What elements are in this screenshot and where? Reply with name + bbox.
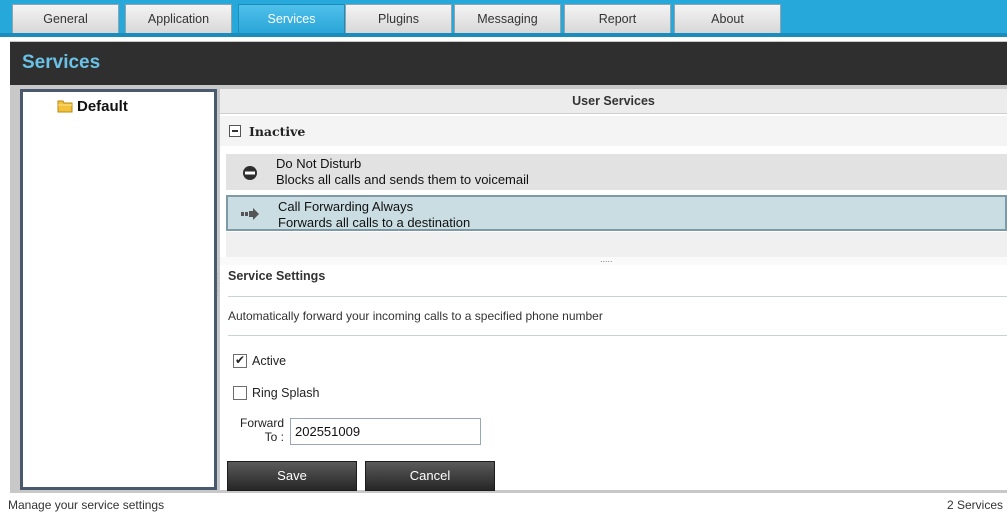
active-label: Active (252, 354, 287, 368)
save-button[interactable]: Save (227, 461, 357, 491)
forward-to-input[interactable] (290, 418, 481, 445)
tab-report[interactable]: Report (564, 4, 671, 33)
service-name: Do Not Disturb (276, 156, 362, 171)
service-description: Blocks all calls and sends them to voice… (276, 172, 529, 187)
tab-messaging[interactable]: Messaging (454, 4, 561, 33)
collapse-minus-icon[interactable] (229, 125, 241, 137)
forward-arrow-icon (241, 208, 259, 220)
panel-resize-grip[interactable]: :::: (216, 272, 219, 303)
forward-to-label: Forward To : (228, 416, 284, 444)
do-not-disturb-icon (243, 166, 257, 180)
tree-item-label: Default (77, 97, 128, 115)
group-label: Inactive (249, 123, 306, 139)
forward-to-label-line2: To : (264, 430, 284, 444)
status-bar: Manage your service settings 2 Services (0, 493, 1007, 518)
user-services-header: User Services (220, 89, 1007, 114)
tab-about[interactable]: About (674, 4, 781, 33)
services-content-pane: User Services Inactive Do Not Disturb Bl… (220, 89, 1007, 491)
service-list-empty-area (226, 232, 1007, 257)
service-description: Forwards all calls to a destination (278, 215, 471, 230)
active-checkbox[interactable] (233, 353, 247, 368)
ring-splash-checkbox[interactable] (233, 386, 247, 400)
main-tab-bar: General Application Services Plugins Mes… (0, 0, 1007, 37)
service-name: Call Forwarding Always (278, 199, 414, 214)
service-call-forwarding-always[interactable]: Call Forwarding Always Forwards all call… (226, 195, 1007, 231)
service-settings-description: Automatically forward your incoming call… (228, 309, 603, 323)
tab-general[interactable]: General (12, 4, 119, 33)
window-title: Services (22, 52, 101, 73)
tree-item-default[interactable]: Default (57, 96, 128, 116)
divider (228, 296, 1007, 297)
window-title-bar: Services (10, 42, 1007, 85)
services-count: 2 Services (946, 498, 1003, 512)
service-do-not-disturb[interactable]: Do Not Disturb Blocks all calls and send… (226, 154, 1007, 190)
pane-splitter[interactable]: ..... (220, 254, 1007, 265)
divider (228, 335, 1007, 336)
cancel-button[interactable]: Cancel (365, 461, 495, 491)
folder-icon (57, 100, 73, 113)
ring-splash-label: Ring Splash (252, 386, 320, 400)
tab-services[interactable]: Services (238, 4, 345, 33)
group-inactive[interactable]: Inactive (220, 116, 1007, 146)
status-text: Manage your service settings (8, 498, 165, 512)
services-tree-panel: Default (20, 89, 217, 490)
tab-plugins[interactable]: Plugins (345, 4, 452, 33)
service-settings-title: Service Settings (228, 269, 326, 283)
forward-to-label-line1: Forward (239, 416, 284, 430)
tab-application[interactable]: Application (125, 4, 232, 33)
